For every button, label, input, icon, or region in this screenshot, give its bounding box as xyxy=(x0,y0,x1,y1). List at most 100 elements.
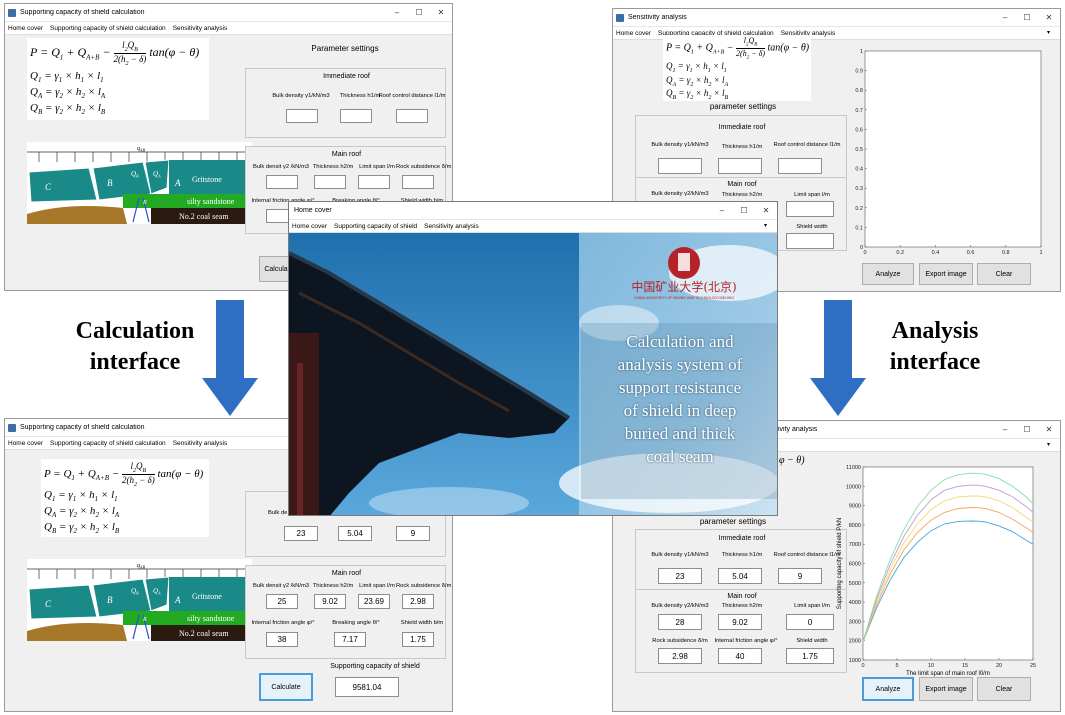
minimize-icon[interactable]: – xyxy=(994,13,1016,22)
menubar: Home cover Supporting capacity of shield… xyxy=(289,220,777,233)
formula-panel: P = Q1 + QA+B − l2QB 2(h2 − δ) tan(φ − θ)… xyxy=(41,459,209,537)
menu-sensitivity[interactable]: Sensitivity analysis xyxy=(424,223,479,230)
friction-angle-input[interactable]: 38 xyxy=(266,632,298,647)
clear-button[interactable]: Clear xyxy=(977,677,1031,701)
roof-control-input[interactable]: 9 xyxy=(778,568,822,584)
menu-overflow-icon[interactable]: ▾ xyxy=(1047,29,1050,36)
coal-seam-label: No.2 coal seam xyxy=(179,212,229,221)
export-image-button[interactable]: Export image xyxy=(919,677,973,701)
roof-control-input[interactable] xyxy=(396,109,428,123)
roof-control-input[interactable] xyxy=(778,158,822,174)
bulk-density-2-input[interactable]: 28 xyxy=(658,614,702,630)
bulk-density-1-input[interactable] xyxy=(286,109,318,123)
silty-sandstone-label: silty sandstone xyxy=(187,614,235,623)
menu-home-cover[interactable]: Home cover xyxy=(292,223,327,230)
maximize-icon[interactable]: ☐ xyxy=(733,206,755,215)
friction-angle-input[interactable]: 40 xyxy=(718,648,762,664)
analyze-button[interactable]: Analyze xyxy=(862,263,914,285)
headline-line: of shield in deep xyxy=(623,401,737,420)
menu-calculation[interactable]: Supporting capacity of shield calculatio… xyxy=(50,440,166,447)
thickness-1-input[interactable]: 5.04 xyxy=(718,568,762,584)
menu-calculation[interactable]: Supporting capacity of shield xyxy=(334,223,417,230)
y-tick-label: 4000 xyxy=(849,600,861,606)
breaking-angle-input[interactable]: 7.17 xyxy=(334,632,366,647)
maximize-icon[interactable]: ☐ xyxy=(1016,425,1038,434)
thickness-2-input[interactable]: 9.02 xyxy=(314,594,346,609)
university-name-cn: 中国矿业大学(北京) xyxy=(631,279,736,294)
x-tick-label: 0 xyxy=(861,663,864,669)
y-tick-label: 5000 xyxy=(849,581,861,587)
close-icon[interactable]: ✕ xyxy=(755,206,777,215)
limit-span-input[interactable]: 23.69 xyxy=(358,594,390,609)
thickness-1-input[interactable] xyxy=(718,158,762,174)
limit-span-input[interactable]: 0 xyxy=(786,614,834,630)
bulk-density-1-input[interactable]: 23 xyxy=(284,526,318,541)
home-cover-window: Home cover – ☐ ✕ Home cover Supporting cap… xyxy=(288,201,778,516)
minimize-icon[interactable]: – xyxy=(711,206,733,215)
menu-overflow-icon[interactable]: ▾ xyxy=(764,222,767,229)
menu-home-cover[interactable]: Home cover xyxy=(8,440,43,447)
shield-width-input[interactable]: 1.75 xyxy=(786,648,834,664)
bulk-density-2-input[interactable] xyxy=(266,175,298,189)
block-c-label: C xyxy=(45,182,52,192)
roof-structure-diagram: qAB C B QB QA A R P Gritstone silty sand… xyxy=(27,142,252,224)
rock-subsidence-input[interactable]: 2.98 xyxy=(402,594,434,609)
thickness-2-input[interactable]: 9.02 xyxy=(718,614,762,630)
result-output: 9581.04 xyxy=(335,677,399,697)
menu-home-cover[interactable]: Home cover xyxy=(8,25,43,32)
y-tick-label: 0 xyxy=(860,245,863,251)
y-tick-label: 9000 xyxy=(849,504,861,510)
silty-sandstone-label: silty sandstone xyxy=(187,197,235,206)
y-axis-label: Supporting capacity of shield P/kN xyxy=(837,518,843,609)
minimize-icon[interactable]: – xyxy=(386,8,408,17)
rock-subsidence-input[interactable] xyxy=(402,175,434,189)
menu-home-cover[interactable]: Home cover xyxy=(616,30,651,37)
bulk-density-1-label: Bulk density γ1/kN/m3 xyxy=(272,93,330,99)
rock-subsidence-input[interactable]: 2.98 xyxy=(658,648,702,664)
menu-sensitivity[interactable]: Sensitivity analysis xyxy=(173,440,228,447)
menu-sensitivity[interactable]: Sensitivity analysis xyxy=(173,25,228,32)
menu-overflow-icon[interactable]: ▾ xyxy=(1047,441,1050,448)
gritstone-label: Gritstone xyxy=(192,175,222,184)
y-tick-label: 6000 xyxy=(849,562,861,568)
sensitivity-chart: 0 5 10 15 20 25 1000 2000 3000 4000 5000 6000 7000 80… xyxy=(837,465,1036,677)
window-title: Home cover xyxy=(294,207,332,214)
shield-width-input[interactable] xyxy=(786,233,834,249)
friction-angle-label: Internal friction angle φ/° xyxy=(714,638,778,644)
close-icon[interactable]: ✕ xyxy=(430,8,452,17)
calc-label-line2: interface xyxy=(89,349,181,375)
bulk-density-1-label: Bulk density γ1/kN/m3 xyxy=(651,552,709,558)
calculate-button[interactable]: Calculate xyxy=(259,673,313,701)
headline-line: Calculation and xyxy=(626,332,734,351)
clear-button[interactable]: Clear xyxy=(977,263,1031,285)
bulk-density-1-input[interactable]: 23 xyxy=(658,568,702,584)
close-icon[interactable]: ✕ xyxy=(1038,13,1060,22)
analyze-button[interactable]: Analyze xyxy=(862,677,914,701)
limit-span-input[interactable] xyxy=(786,201,834,217)
menu-calculation[interactable]: Supporting capacity of shield calculatio… xyxy=(50,25,166,32)
limit-span-input[interactable] xyxy=(358,175,390,189)
close-icon[interactable]: ✕ xyxy=(1038,425,1060,434)
thickness-2-input[interactable] xyxy=(314,175,346,189)
shield-width-label: Shield width xyxy=(796,224,828,230)
x-tick-label: 25 xyxy=(1030,663,1036,669)
university-name-en: CHINA UNIVERSITY OF MINING AND TECHNOLOG… xyxy=(634,296,734,300)
thickness-1-input[interactable]: 5.04 xyxy=(338,526,372,541)
thickness-1-input[interactable] xyxy=(340,109,372,123)
parameter-settings-title: Parameter settings xyxy=(311,44,379,53)
y-tick-label: 1000 xyxy=(849,658,861,664)
shield-width-input[interactable]: 1.75 xyxy=(402,632,434,647)
maximize-icon[interactable]: ☐ xyxy=(1016,13,1038,22)
main-roof-group: Main roof Bulk density γ2/kN/m3 Thicknes… xyxy=(635,589,847,673)
roof-control-input[interactable]: 9 xyxy=(396,526,430,541)
coal-seam-label: No.2 coal seam xyxy=(179,629,229,638)
main-roof-group: Main roof Bulk densit γ2 /kN/m3 Thicknes… xyxy=(245,565,451,659)
bulk-density-2-input[interactable]: 25 xyxy=(266,594,298,609)
bulk-density-1-input[interactable] xyxy=(658,158,702,174)
y-tick-label: 11000 xyxy=(846,465,861,471)
export-image-button[interactable]: Export image xyxy=(919,263,973,285)
formula-panel: P = Q1 + QA+B − l2QB 2(h2 − δ) tan(φ − θ)… xyxy=(27,38,209,120)
maximize-icon[interactable]: ☐ xyxy=(408,8,430,17)
minimize-icon[interactable]: – xyxy=(994,425,1016,434)
block-b-label: B xyxy=(107,178,113,188)
